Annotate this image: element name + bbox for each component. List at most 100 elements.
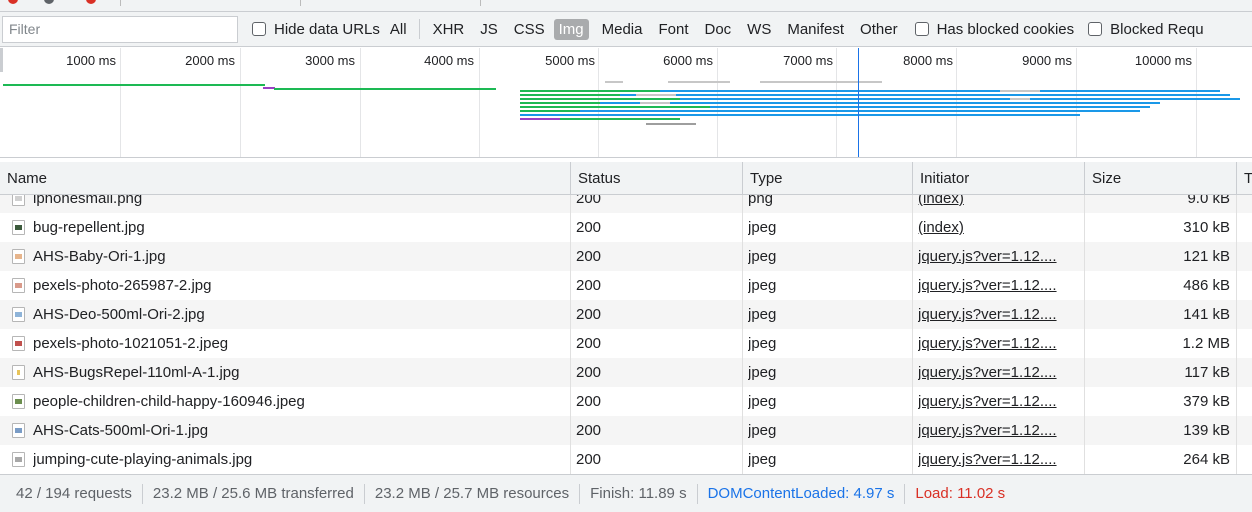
overview-bar: [520, 102, 600, 104]
request-initiator-link[interactable]: (index): [918, 195, 1078, 213]
network-overview-timeline[interactable]: 1000 ms 2000 ms 3000 ms 4000 ms 5000 ms …: [0, 48, 1252, 158]
transferred-size: 23.2 MB / 25.6 MB transferred: [141, 483, 364, 504]
filter-type-doc[interactable]: Doc: [701, 20, 734, 39]
overview-bar: [520, 90, 660, 92]
request-initiator-link[interactable]: jquery.js?ver=1.12....: [918, 300, 1078, 329]
image-file-icon: [12, 336, 25, 351]
overview-tick-label: 2000 ms: [185, 53, 235, 68]
blocked-requests-checkbox[interactable]: Blocked Requ: [1088, 21, 1204, 38]
column-header-type[interactable]: Type: [742, 162, 912, 195]
table-row[interactable]: AHS-BugsRepel-110ml-A-1.jpg 200 jpeg jqu…: [0, 358, 1252, 387]
table-row[interactable]: jumping-cute-playing-animals.jpg 200 jpe…: [0, 445, 1252, 474]
column-divider: [1236, 195, 1237, 474]
table-row[interactable]: people-children-child-happy-160946.jpeg …: [0, 387, 1252, 416]
table-row[interactable]: bug-repellent.jpg 200 jpeg (index) 310 k…: [0, 213, 1252, 242]
request-name: jumping-cute-playing-animals.jpg: [33, 451, 253, 468]
column-divider: [742, 195, 743, 474]
request-name: AHS-Baby-Ori-1.jpg: [33, 248, 166, 265]
filter-type-font[interactable]: Font: [655, 20, 691, 39]
dom-content-loaded-time: DOMContentLoaded: 4.97 s: [696, 483, 905, 504]
overview-gridline: [120, 48, 121, 157]
filter-type-xhr[interactable]: XHR: [430, 20, 468, 39]
has-blocked-cookies-label: Has blocked cookies: [936, 20, 1075, 38]
record-icon[interactable]: [8, 0, 18, 4]
table-row[interactable]: iphonesmall.png 200 png (index) 9.0 kB: [0, 195, 1252, 213]
filter-type-ws[interactable]: WS: [744, 20, 774, 39]
image-file-icon: [12, 394, 25, 409]
column-header-size[interactable]: Size: [1084, 162, 1236, 195]
request-initiator-link[interactable]: jquery.js?ver=1.12....: [918, 445, 1078, 474]
image-file-icon: [12, 278, 25, 293]
divider: [418, 19, 420, 39]
overview-bar: [520, 114, 1080, 116]
table-row[interactable]: pexels-photo-1021051-2.jpeg 200 jpeg jqu…: [0, 329, 1252, 358]
has-blocked-cookies-checkbox[interactable]: Has blocked cookies: [914, 20, 1075, 38]
filter-type-media[interactable]: Media: [599, 20, 646, 39]
column-header-time[interactable]: T: [1236, 162, 1252, 195]
request-initiator-link[interactable]: jquery.js?ver=1.12....: [918, 358, 1078, 387]
request-size: 486 kB: [1183, 277, 1230, 294]
column-header-initiator[interactable]: Initiator: [912, 162, 1084, 195]
overview-bar: [520, 118, 560, 120]
request-size: 117 kB: [1184, 364, 1230, 381]
table-row[interactable]: AHS-Cats-500ml-Ori-1.jpg 200 jpeg jquery…: [0, 416, 1252, 445]
overview-left-handle[interactable]: [0, 48, 3, 72]
request-status: 200: [576, 219, 602, 236]
overview-gridline: [1196, 48, 1197, 157]
request-initiator-link[interactable]: jquery.js?ver=1.12....: [918, 271, 1078, 300]
overview-tick-label: 8000 ms: [903, 53, 953, 68]
checkbox-icon[interactable]: [252, 22, 266, 36]
request-status: 200: [576, 393, 602, 410]
request-size: 121 kB: [1183, 248, 1230, 265]
request-initiator-link[interactable]: jquery.js?ver=1.12....: [918, 242, 1078, 271]
overview-bar: [760, 81, 882, 83]
request-type: jpeg: [748, 422, 777, 439]
table-row[interactable]: pexels-photo-265987-2.jpg 200 jpeg jquer…: [0, 271, 1252, 300]
request-name: pexels-photo-265987-2.jpg: [33, 277, 212, 294]
table-body[interactable]: iphonesmall.png 200 png (index) 9.0 kB b…: [0, 195, 1252, 474]
checkbox-icon[interactable]: [1088, 22, 1103, 36]
request-initiator-link[interactable]: jquery.js?ver=1.12....: [918, 416, 1078, 445]
overview-gridline: [479, 48, 480, 157]
stop-icon[interactable]: [86, 0, 96, 4]
overview-tick-label: 10000 ms: [1134, 53, 1192, 68]
hide-data-urls-checkbox[interactable]: Hide data URLs: [252, 21, 380, 38]
request-initiator-link[interactable]: (index): [918, 213, 1078, 242]
column-header-name[interactable]: Name: [0, 162, 570, 195]
overview-bar: [520, 110, 1140, 112]
request-type: jpeg: [748, 393, 777, 410]
table-header: Name Status Type Initiator Size T: [0, 162, 1252, 195]
filter-type-manifest[interactable]: Manifest: [784, 20, 847, 39]
image-file-icon: [12, 307, 25, 322]
request-status: 200: [576, 306, 602, 323]
table-row[interactable]: AHS-Deo-500ml-Ori-2.jpg 200 jpeg jquery.…: [0, 300, 1252, 329]
overview-bar: [668, 81, 730, 83]
filter-type-all[interactable]: All: [387, 20, 410, 39]
request-name: AHS-Cats-500ml-Ori-1.jpg: [33, 422, 209, 439]
filter-type-js[interactable]: JS: [477, 20, 501, 39]
checkbox-icon[interactable]: [914, 22, 929, 36]
filter-input[interactable]: [2, 15, 238, 43]
filter-type-css[interactable]: CSS: [511, 20, 548, 39]
request-status: 200: [576, 277, 602, 294]
request-name: people-children-child-happy-160946.jpeg: [33, 393, 305, 410]
request-type: png: [748, 195, 774, 207]
image-file-icon: [12, 365, 25, 380]
filter-type-other[interactable]: Other: [857, 20, 901, 39]
overview-tick-label: 9000 ms: [1022, 53, 1072, 68]
overview-bar: [520, 110, 580, 112]
filter-type-img[interactable]: Img: [553, 18, 589, 40]
clear-icon[interactable]: [44, 0, 54, 4]
request-name: iphonesmall.png: [33, 195, 143, 207]
table-row[interactable]: AHS-Baby-Ori-1.jpg 200 jpeg jquery.js?ve…: [0, 242, 1252, 271]
request-initiator-link[interactable]: jquery.js?ver=1.12....: [918, 387, 1078, 416]
column-divider: [1084, 195, 1085, 474]
overview-bar: [636, 94, 676, 96]
request-type: jpeg: [748, 277, 777, 294]
overview-tick-label: 5000 ms: [545, 53, 595, 68]
column-header-status[interactable]: Status: [570, 162, 742, 195]
column-divider: [570, 195, 571, 474]
request-name: bug-repellent.jpg: [33, 219, 145, 236]
request-initiator-link[interactable]: jquery.js?ver=1.12....: [918, 329, 1078, 358]
devtools-top-strip: [0, 0, 1252, 12]
